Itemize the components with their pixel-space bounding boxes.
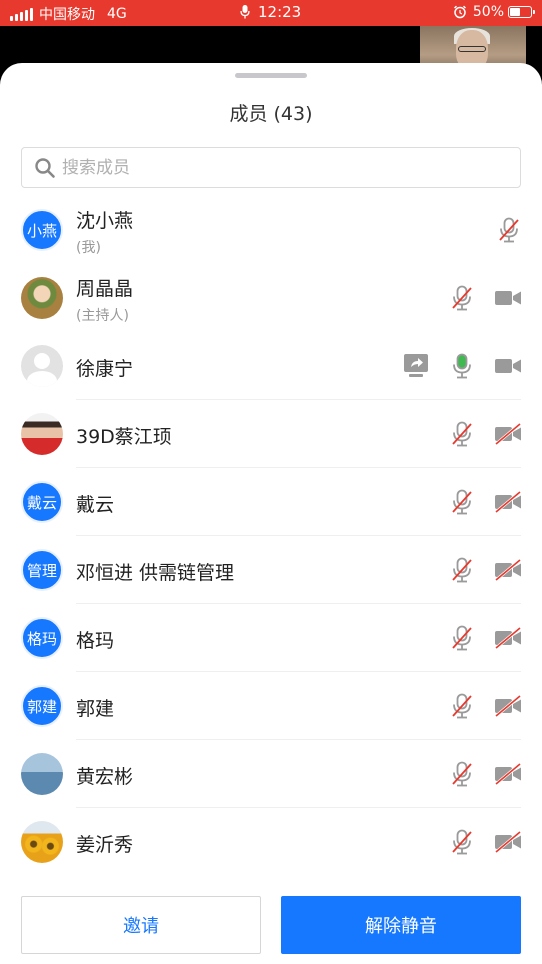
member-name: 39D蔡江顼 bbox=[76, 426, 172, 448]
sheet-title: 成员 (43) bbox=[229, 103, 313, 125]
camera-off-icon[interactable] bbox=[494, 694, 522, 718]
status-bar: 中国移动 4G 12:23 50% bbox=[0, 0, 542, 26]
battery-icon bbox=[508, 6, 535, 18]
status-center: 12:23 bbox=[240, 3, 301, 21]
camera-off-icon[interactable] bbox=[494, 422, 522, 446]
avatar: 戴云 bbox=[21, 481, 63, 523]
member-name: 郭建 bbox=[76, 698, 115, 720]
avatar: 郭建 bbox=[21, 685, 63, 727]
member-name: 格玛 bbox=[76, 630, 115, 652]
microphone-icon[interactable] bbox=[450, 353, 474, 379]
microphone-icon bbox=[240, 5, 250, 19]
drag-handle[interactable] bbox=[235, 73, 307, 78]
member-row[interactable]: 黄宏彬 bbox=[0, 740, 542, 808]
member-row[interactable]: 戴云 戴云 bbox=[0, 468, 542, 536]
avatar: 格玛 bbox=[21, 617, 63, 659]
members-sheet: 成员 (43) 小燕沈小燕(我)周晶晶(主持人)徐康宁39D蔡江顼戴云戴云管理邓… bbox=[0, 63, 542, 964]
mic-muted-icon[interactable] bbox=[497, 217, 521, 243]
avatar bbox=[21, 821, 63, 863]
clock: 12:23 bbox=[258, 3, 302, 21]
network-type: 4G bbox=[107, 6, 127, 22]
camera-off-icon[interactable] bbox=[494, 762, 522, 786]
member-name: 黄宏彬 bbox=[76, 766, 134, 788]
mic-muted-icon[interactable] bbox=[450, 693, 474, 719]
mic-muted-icon[interactable] bbox=[450, 829, 474, 855]
search-input[interactable] bbox=[62, 157, 502, 178]
camera-icon[interactable] bbox=[494, 286, 522, 310]
camera-off-icon[interactable] bbox=[494, 490, 522, 514]
camera-off-icon[interactable] bbox=[494, 558, 522, 582]
member-name: 戴云 bbox=[76, 494, 115, 516]
avatar bbox=[21, 277, 63, 319]
invite-button[interactable]: 邀请 bbox=[21, 896, 261, 954]
search-icon bbox=[35, 157, 55, 178]
member-name: 徐康宁 bbox=[76, 358, 134, 380]
mic-muted-icon[interactable] bbox=[450, 557, 474, 583]
member-list: 小燕 沈小燕 (我) 周晶晶 (主持人) 徐康宁 39D蔡江顼 戴云 戴云 管理 邓恒进 供需链管理… bbox=[0, 196, 542, 876]
member-row[interactable]: 徐康宁 bbox=[0, 332, 542, 400]
carrier-name: 中国移动 bbox=[39, 7, 95, 23]
mic-muted-icon[interactable] bbox=[450, 761, 474, 787]
mic-muted-icon[interactable] bbox=[450, 285, 474, 311]
avatar bbox=[21, 413, 63, 455]
member-row[interactable]: 姜沂秀 bbox=[0, 808, 542, 876]
member-row[interactable]: 小燕 沈小燕 (我) bbox=[0, 196, 542, 264]
status-left: 中国移动 4G bbox=[10, 4, 127, 24]
member-row[interactable]: 格玛 格玛 bbox=[0, 604, 542, 672]
member-role: (我) bbox=[76, 240, 101, 256]
camera-icon[interactable] bbox=[494, 354, 522, 378]
screen-share-icon[interactable] bbox=[403, 353, 429, 379]
signal-icon bbox=[10, 7, 33, 21]
member-role: (主持人) bbox=[76, 308, 129, 324]
alarm-icon bbox=[453, 5, 466, 19]
status-right: 50% bbox=[453, 4, 535, 20]
member-row[interactable]: 郭建 郭建 bbox=[0, 672, 542, 740]
mic-muted-icon[interactable] bbox=[450, 421, 474, 447]
member-row[interactable]: 周晶晶 (主持人) bbox=[0, 264, 542, 332]
member-row[interactable]: 39D蔡江顼 bbox=[0, 400, 542, 468]
camera-off-icon[interactable] bbox=[494, 830, 522, 854]
member-row[interactable]: 管理 邓恒进 供需链管理 bbox=[0, 536, 542, 604]
member-name: 姜沂秀 bbox=[76, 834, 134, 856]
avatar bbox=[21, 753, 63, 795]
member-name: 周晶晶 bbox=[76, 278, 134, 300]
unmute-all-button[interactable]: 解除静音 bbox=[281, 896, 521, 954]
member-name: 沈小燕 bbox=[76, 210, 134, 232]
avatar: 管理 bbox=[21, 549, 63, 591]
camera-off-icon[interactable] bbox=[494, 626, 522, 650]
avatar bbox=[21, 345, 63, 387]
search-box[interactable] bbox=[21, 147, 521, 188]
mic-muted-icon[interactable] bbox=[450, 625, 474, 651]
member-name: 邓恒进 供需链管理 bbox=[76, 562, 235, 584]
avatar: 小燕 bbox=[21, 209, 63, 251]
mic-muted-icon[interactable] bbox=[450, 489, 474, 515]
battery-percent: 50% bbox=[472, 4, 504, 20]
